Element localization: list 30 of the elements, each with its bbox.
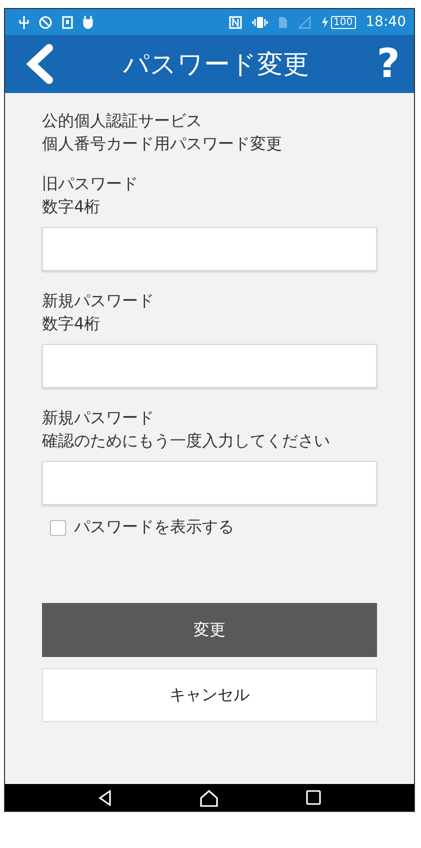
sim-card-icon [278,16,288,28]
password-field[interactable] [42,227,377,271]
back-icon[interactable] [98,790,112,806]
vibrate-icon [252,16,268,28]
cancel-button[interactable]: キャンセル [42,668,377,722]
password-field[interactable] [42,344,377,388]
blocked-icon [39,16,52,28]
signal-icon [298,16,311,28]
field-label: 新規パスワード [42,290,155,312]
intro-text: 公的個人認証サービス [42,110,203,132]
screen-title: パスワード変更 [122,48,310,82]
battery-level: 100 [330,16,356,28]
help-button[interactable]: ? [376,44,400,84]
plug-icon [83,16,93,28]
recent-apps-icon[interactable] [306,790,321,805]
field-label: 新規パスワード [42,407,155,429]
change-button[interactable]: 変更 [42,603,377,657]
password-field[interactable] [42,461,377,505]
field-label: 旧パスワード [42,173,139,195]
field-hint: 数字4桁 [42,313,102,335]
charging-icon [320,16,329,28]
checkbox[interactable] [50,520,66,536]
home-icon[interactable] [198,788,219,806]
field-hint: 数字4桁 [42,196,102,218]
field-hint: 確認のためにもう一度入力してください [42,430,331,452]
checkbox-label[interactable]: パスワードを表示する [74,517,234,538]
usb-icon [19,16,29,28]
nfc-icon [228,16,242,28]
clock: 18:40 [366,14,406,30]
intro-text: 個人番号カード用パスワード変更 [42,133,283,155]
